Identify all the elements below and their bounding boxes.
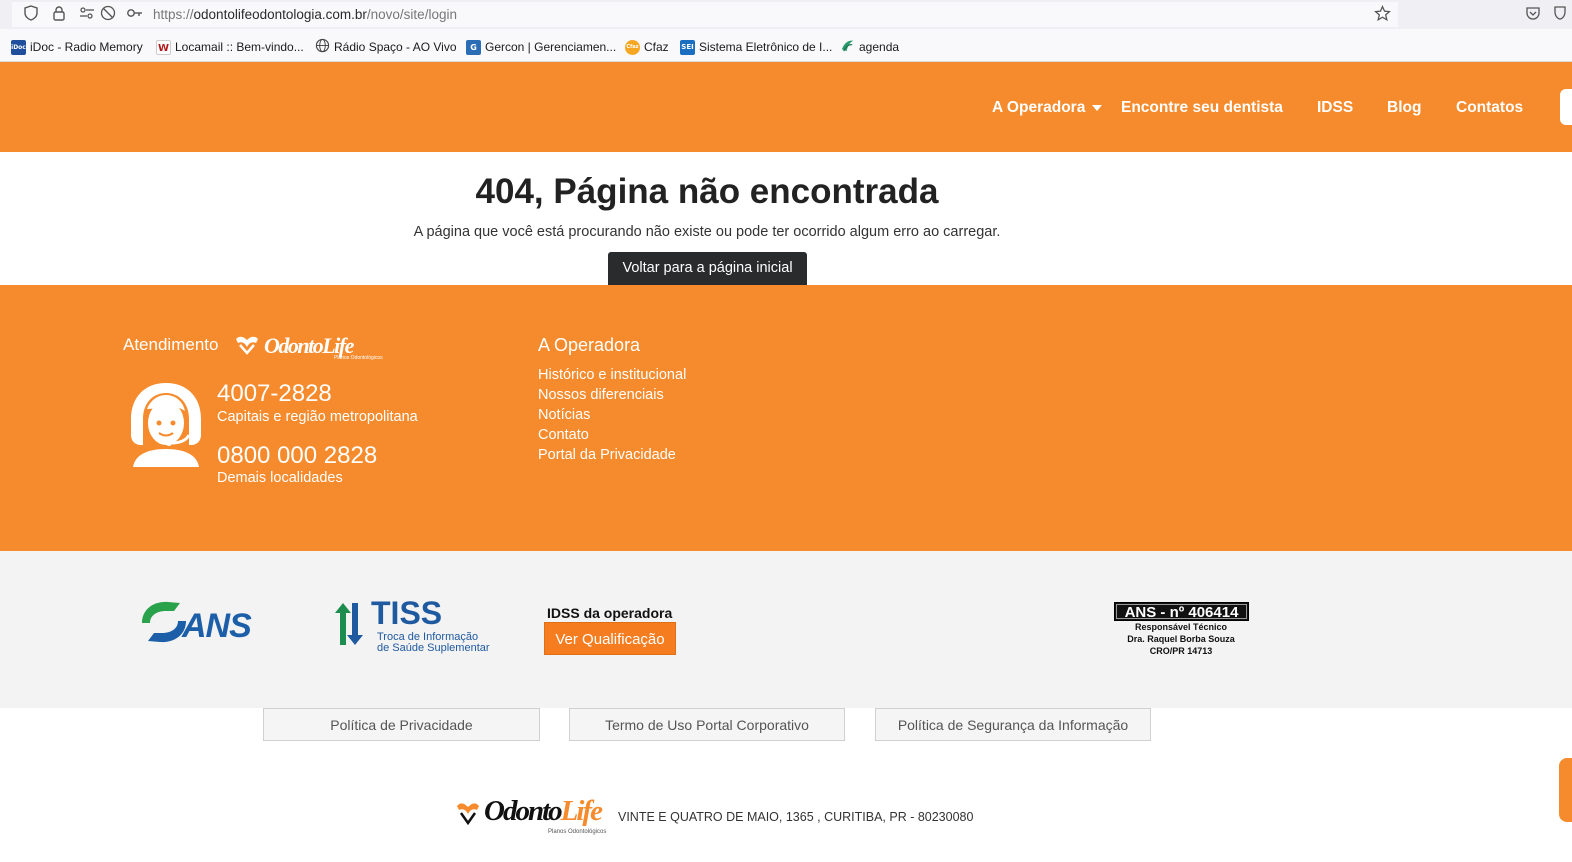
tech-responsible-label: Responsável Técnico xyxy=(1134,622,1228,632)
nav-idss[interactable]: IDSS xyxy=(1317,99,1353,117)
bookmarks-toolbar: iDoc iDoc - Radio Memory W Locamail :: B… xyxy=(0,29,1572,62)
ver-qualificacao-button[interactable]: Ver Qualificação xyxy=(544,622,676,655)
bookmark-label: Gercon | Gerenciamen... xyxy=(485,40,617,54)
error-title: 404, Página não encontrada xyxy=(475,172,939,211)
floating-chat-tab[interactable] xyxy=(1559,758,1572,822)
blocked-autoplay-icon[interactable] xyxy=(99,5,117,23)
bookmark-cfaz[interactable]: Cfaz Cfaz xyxy=(625,39,669,55)
link-contato[interactable]: Contato xyxy=(538,427,589,443)
phone-capitals-caption: Capitais e região metropolitana xyxy=(217,409,418,425)
browser-toolbar: https://odontolifeodontologia.com.br/nov… xyxy=(0,0,1572,29)
footer-partners: ANS TISS Troca de Informação de Saúde Su… xyxy=(0,551,1572,708)
bookmark-label: Cfaz xyxy=(644,40,669,54)
sei-icon: SEI xyxy=(680,39,695,55)
site-header: A Operadora Encontre seu dentista IDSS B… xyxy=(0,62,1572,152)
bookmark-sei[interactable]: SEI Sistema Eletrônico de I... xyxy=(680,39,832,55)
url-scheme: https:// xyxy=(153,7,194,22)
pocket-icon[interactable] xyxy=(1524,5,1542,23)
link-portal-privacidade[interactable]: Portal da Privacidade xyxy=(538,447,676,463)
attendance-label: Atendimento xyxy=(123,335,219,354)
url-host: odontolifeodontologia.com.br xyxy=(193,7,367,22)
bookmark-label: Locamail :: Bem-vindo... xyxy=(175,40,304,54)
url-text[interactable]: https://odontolifeodontologia.com.br/nov… xyxy=(153,7,457,22)
agenda-icon xyxy=(840,38,855,56)
bookmark-idoc[interactable]: iDoc iDoc - Radio Memory xyxy=(11,39,143,55)
bookmark-locamail[interactable]: W Locamail :: Bem-vindo... xyxy=(156,39,304,55)
nav-label: A Operadora xyxy=(992,99,1086,116)
shield-icon[interactable] xyxy=(22,5,40,23)
bookmark-label: Rádio Spaço - AO Vivo xyxy=(334,40,457,54)
ans-registration-badge: ANS - nº 406414 xyxy=(1114,602,1249,621)
tooth-logo-icon xyxy=(457,803,479,825)
operadora-title: A Operadora xyxy=(538,335,641,355)
cfaz-icon: Cfaz xyxy=(625,39,640,55)
tech-responsible-name: Dra. Raquel Borba Souza xyxy=(1127,634,1235,644)
idoc-icon: iDoc xyxy=(11,39,26,55)
bookmark-star-icon[interactable] xyxy=(1373,5,1391,23)
bookmark-label: agenda xyxy=(859,40,900,54)
privacy-policy-button[interactable]: Política de Privacidade xyxy=(263,708,540,741)
company-address: VINTE E QUATRO DE MAIO, 1365 , CURITIBA,… xyxy=(618,810,974,824)
lock-icon[interactable] xyxy=(50,5,68,23)
url-path: /novo/site/login xyxy=(366,7,457,22)
locamail-icon: W xyxy=(156,39,171,55)
attendant-headset-icon xyxy=(131,383,201,467)
phone-other-caption: Demais localidades xyxy=(217,470,343,486)
nav-contatos[interactable]: Contatos xyxy=(1456,99,1523,117)
footer-logo-text: OdontoLife Planos Odontológicos xyxy=(264,333,383,361)
tiss-title: TISS xyxy=(371,595,443,631)
phone-capitals[interactable]: 4007-2828 xyxy=(217,380,332,408)
link-diferenciais[interactable]: Nossos diferenciais xyxy=(538,387,664,403)
permissions-icon[interactable] xyxy=(78,5,96,23)
tiss-caption-2: de Saúde Suplementar xyxy=(377,642,490,654)
tiss-arrows-icon xyxy=(335,603,363,645)
logo-subtitle: Planos Odontológicos xyxy=(548,829,607,835)
nav-encontre-dentista[interactable]: Encontre seu dentista xyxy=(1121,99,1283,117)
logo-life: Life xyxy=(560,795,603,827)
security-policy-button[interactable]: Política de Segurança da Informação xyxy=(875,708,1151,741)
error-message: A página que você está procurando não ex… xyxy=(413,224,1001,240)
key-icon[interactable] xyxy=(126,5,144,23)
back-home-button[interactable]: Voltar para a página inicial xyxy=(608,252,807,285)
extensions-icon[interactable] xyxy=(1551,5,1569,23)
globe-icon xyxy=(315,38,330,56)
link-noticias[interactable]: Notícias xyxy=(538,407,590,423)
ans-logo[interactable]: ANS xyxy=(138,599,252,647)
phone-other[interactable]: 0800 000 2828 xyxy=(217,442,377,470)
bookmark-radio-spaco[interactable]: Rádio Spaço - AO Vivo xyxy=(315,38,457,56)
tiss-logo[interactable]: TISS Troca de Informação de Saúde Suplem… xyxy=(333,595,498,655)
logo-odonto: Odonto xyxy=(484,795,563,827)
idss-title: IDSS da operadora xyxy=(547,605,673,621)
terms-of-use-button[interactable]: Termo de Uso Portal Corporativo xyxy=(569,708,845,741)
bookmark-agenda[interactable]: agenda xyxy=(840,39,899,55)
bookmark-label: iDoc - Radio Memory xyxy=(30,40,143,54)
nav-a-operadora[interactable]: A Operadora xyxy=(992,99,1103,117)
caret-down-icon xyxy=(1092,104,1103,111)
tooth-logo-icon xyxy=(236,336,258,355)
nav-blog[interactable]: Blog xyxy=(1387,99,1421,117)
bookmark-label: Sistema Eletrônico de I... xyxy=(699,40,833,54)
footer-contact: Atendimento OdontoLife Planos Odontológic… xyxy=(0,285,1572,551)
header-login-button-edge[interactable] xyxy=(1560,89,1572,125)
link-historico[interactable]: Histórico e institucional xyxy=(538,367,686,383)
logo-subtitle: Planos Odontológicos xyxy=(334,355,383,361)
tech-responsible-cro: CRO/PR 14713 xyxy=(1149,646,1213,656)
bookmark-gercon[interactable]: G Gercon | Gerenciamen... xyxy=(466,39,616,55)
gercon-icon: G xyxy=(466,39,481,55)
ans-text: ANS xyxy=(182,607,252,645)
footer-brand-logo: OdontoLife Planos Odontológicos xyxy=(484,795,606,835)
